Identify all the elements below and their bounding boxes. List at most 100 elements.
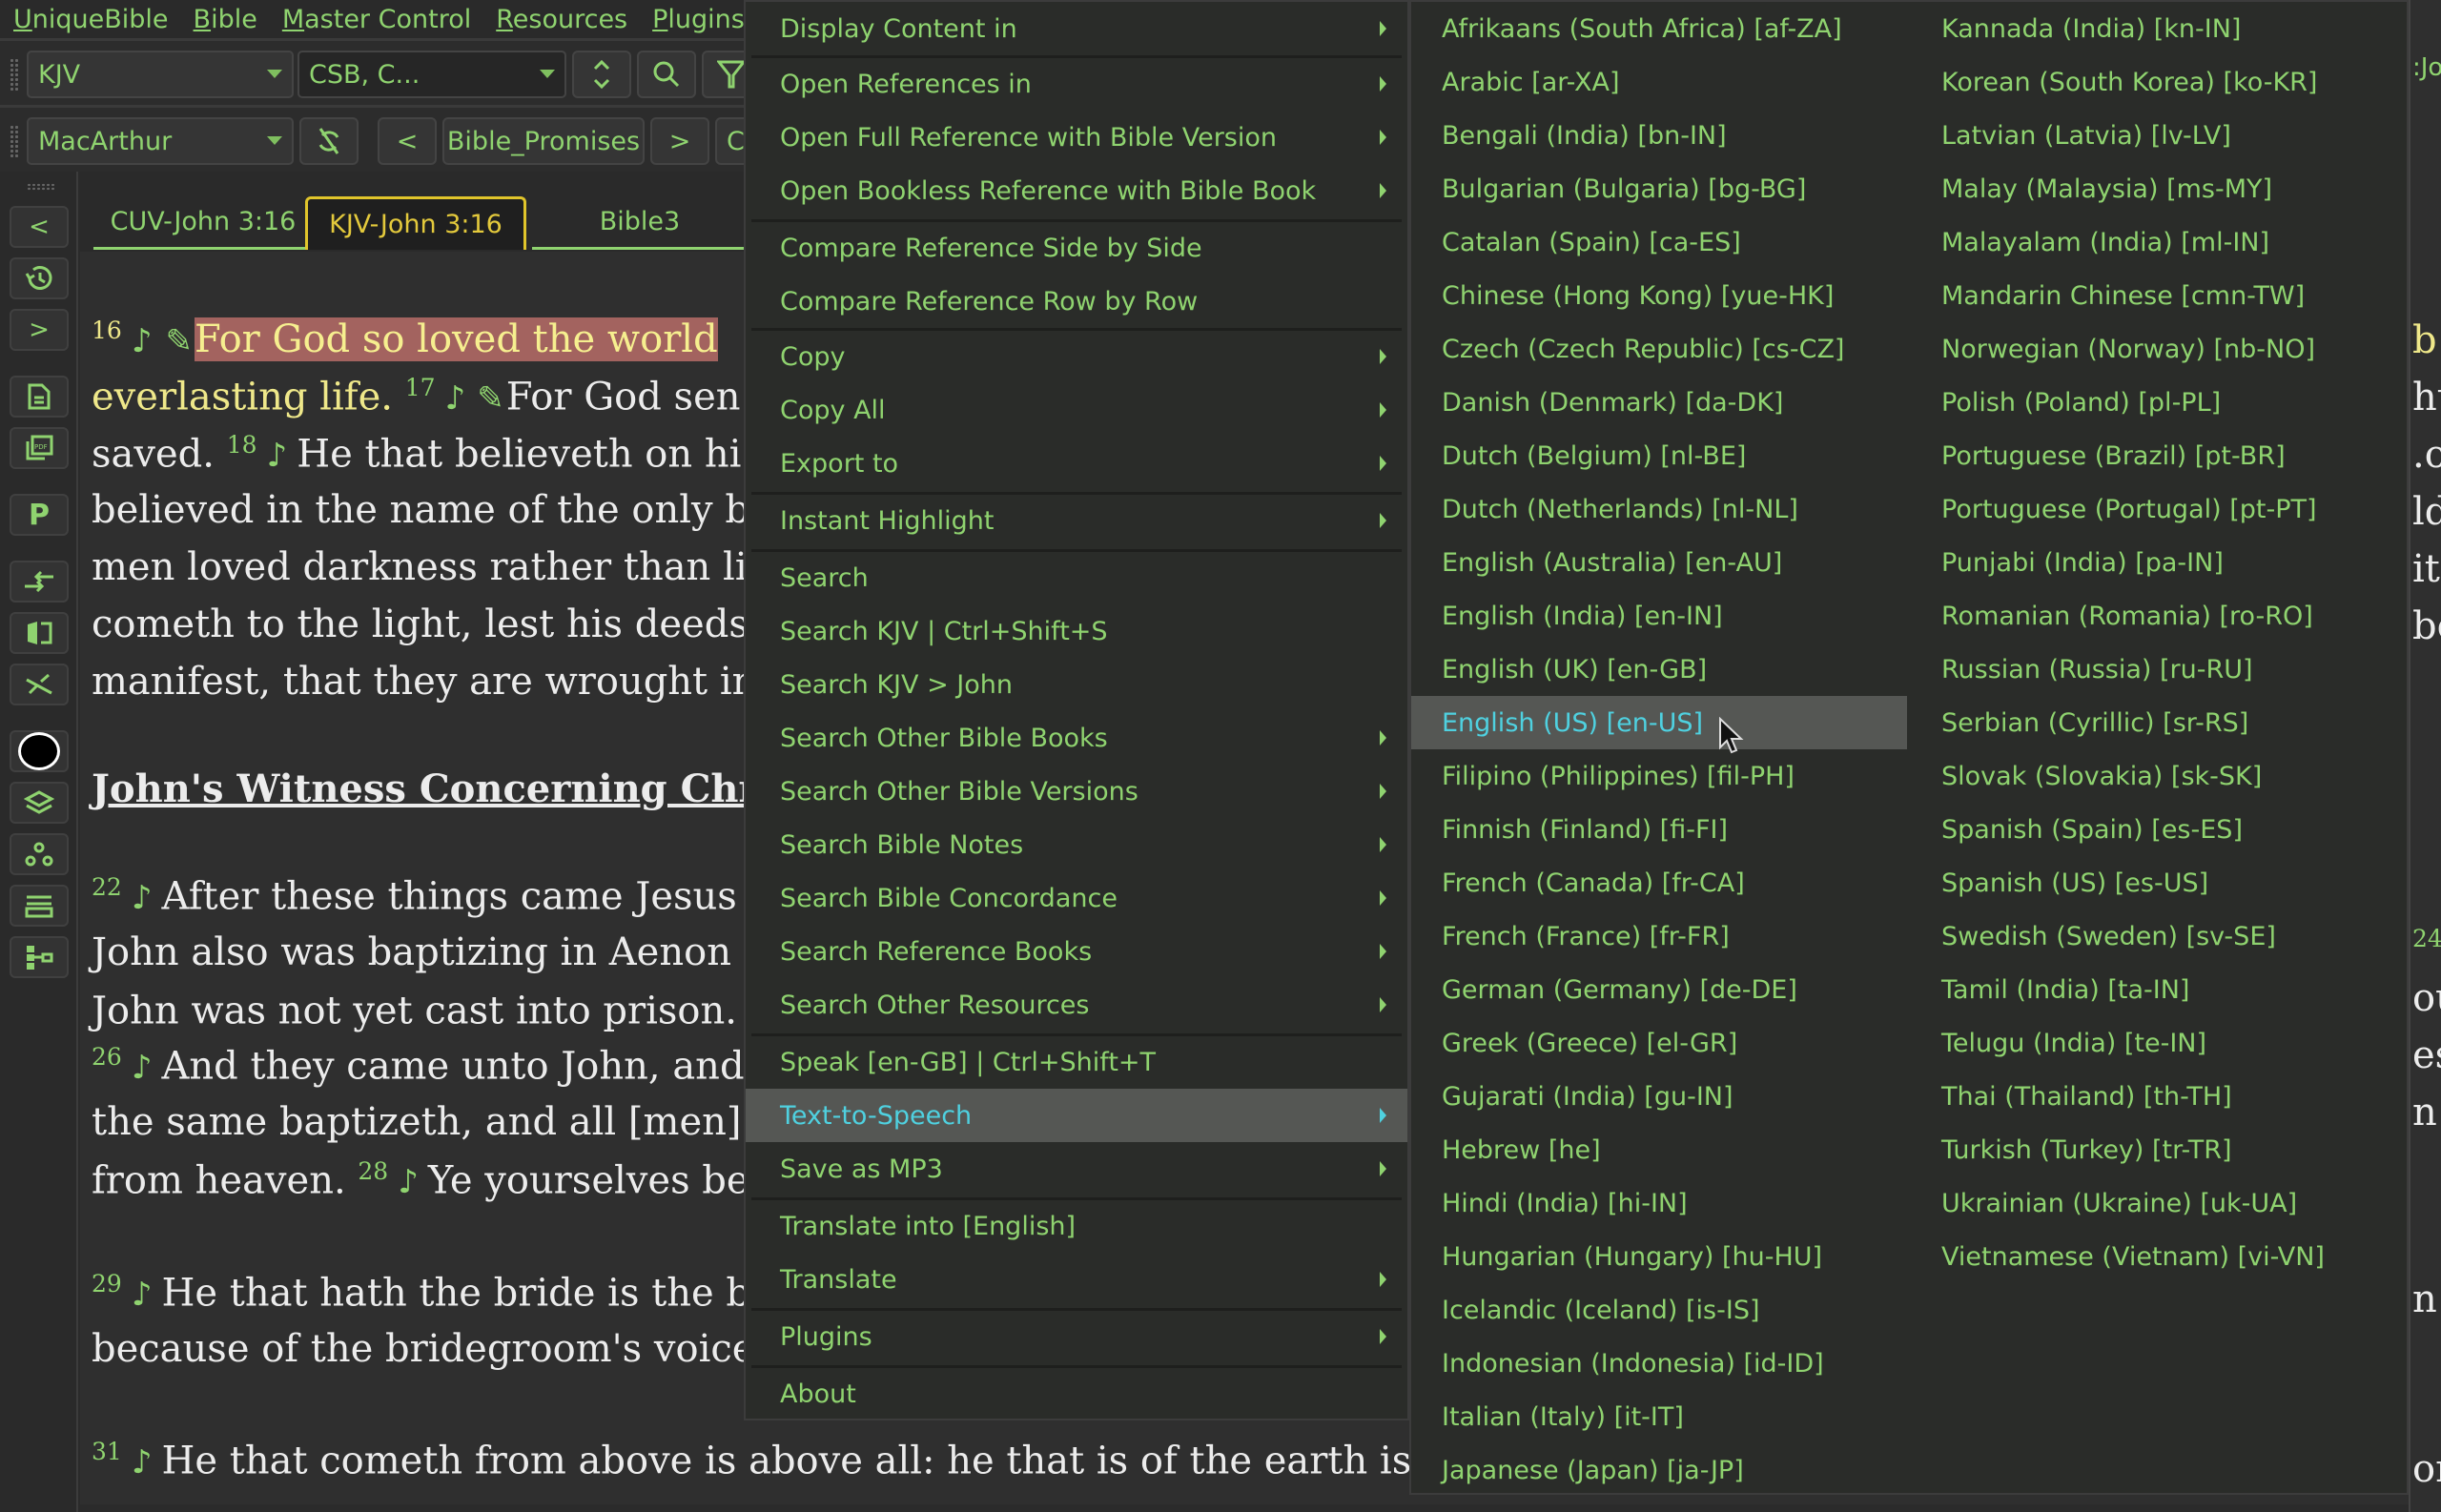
menu-item-save-as-mp3[interactable]: Save as MP3	[746, 1142, 1407, 1195]
language-item[interactable]: Latvian (Latvia) [lv-LV]	[1911, 109, 2407, 162]
parallel-button[interactable]: P	[10, 494, 69, 536]
music-note-icon[interactable]: ♪	[132, 322, 153, 360]
language-item[interactable]: Romanian (Romania) [ro-RO]	[1911, 589, 2407, 643]
language-item[interactable]: Thai (Thailand) [th-TH]	[1911, 1070, 2407, 1123]
language-item[interactable]: Mandarin Chinese [cmn-TW]	[1911, 269, 2407, 322]
language-item[interactable]: English (Australia) [en-AU]	[1411, 536, 1907, 589]
language-item[interactable]: Turkish (Turkey) [tr-TR]	[1911, 1123, 2407, 1176]
language-item[interactable]: Polish (Poland) [pl-PL]	[1911, 376, 2407, 429]
menu-item-open-full-reference[interactable]: Open Full Reference with Bible Version	[746, 111, 1407, 164]
verse-number[interactable]: 16	[92, 317, 122, 344]
menu-bible[interactable]: Bible	[194, 5, 257, 34]
language-item[interactable]: Gujarati (India) [gu-IN]	[1411, 1070, 1907, 1123]
prev-book-button[interactable]: <	[378, 117, 437, 165]
language-item[interactable]: French (France) [fr-FR]	[1411, 909, 1907, 963]
search-button[interactable]	[637, 51, 696, 98]
verse-number[interactable]: 28	[358, 1157, 388, 1185]
language-item[interactable]: Malay (Malaysia) [ms-MY]	[1911, 162, 2407, 215]
language-item[interactable]: Chinese (Hong Kong) [yue-HK]	[1411, 269, 1907, 322]
language-item[interactable]: Greek (Greece) [el-GR]	[1411, 1016, 1907, 1070]
language-item[interactable]: English (US) [en-US]	[1411, 696, 1907, 749]
language-item[interactable]: Malayalam (India) [ml-IN]	[1911, 215, 2407, 269]
menu-item-search-kjv-john[interactable]: Search KJV > John	[746, 658, 1407, 711]
music-note-icon[interactable]: ♪	[445, 379, 466, 418]
menu-item-about[interactable]: About	[746, 1367, 1407, 1420]
menu-item-plugins[interactable]: Plugins	[746, 1310, 1407, 1363]
menu-item-copy-all[interactable]: Copy All	[746, 383, 1407, 437]
language-item[interactable]: Russian (Russia) [ru-RU]	[1911, 643, 2407, 696]
menu-item-display-content-in[interactable]: Display Content in	[746, 2, 1407, 55]
menu-item-search-other-resources[interactable]: Search Other Resources	[746, 978, 1407, 1032]
verse-number[interactable]: 26	[92, 1043, 122, 1071]
language-item[interactable]: Portuguese (Portugal) [pt-PT]	[1911, 482, 2407, 536]
menu-item-compare-row-by-row[interactable]: Compare Reference Row by Row	[746, 275, 1407, 328]
menu-resources[interactable]: Resources	[496, 5, 627, 34]
language-item[interactable]: Catalan (Spain) [ca-ES]	[1411, 215, 1907, 269]
language-item[interactable]: Indonesian (Indonesia) [id-ID]	[1411, 1337, 1907, 1390]
verse-number[interactable]: 18	[227, 431, 257, 459]
language-item[interactable]: Japanese (Japan) [ja-JP]	[1411, 1443, 1907, 1497]
toolbar-grip[interactable]	[10, 125, 19, 157]
language-item[interactable]: Portuguese (Brazil) [pt-BR]	[1911, 429, 2407, 482]
menu-item-text-to-speech[interactable]: Text-to-Speech	[746, 1089, 1407, 1142]
music-note-icon[interactable]: ♪	[132, 1443, 153, 1481]
language-item[interactable]: Tamil (India) [ta-IN]	[1911, 963, 2407, 1016]
language-item[interactable]: Czech (Czech Republic) [cs-CZ]	[1411, 322, 1907, 376]
language-item[interactable]: Icelandic (Iceland) [is-IS]	[1411, 1283, 1907, 1337]
tab-bible3[interactable]: Bible3	[532, 196, 748, 250]
language-item[interactable]: French (Canada) [fr-CA]	[1411, 856, 1907, 909]
forward-button[interactable]: >	[10, 309, 69, 351]
language-item[interactable]: Hindi (India) [hi-IN]	[1411, 1176, 1907, 1230]
language-item[interactable]: Korean (South Korea) [ko-KR]	[1911, 55, 2407, 109]
next-book-button[interactable]: >	[650, 117, 709, 165]
language-item[interactable]: Ukrainian (Ukraine) [uk-UA]	[1911, 1176, 2407, 1230]
language-item[interactable]: Bengali (India) [bn-IN]	[1411, 109, 1907, 162]
language-item[interactable]: Norwegian (Norway) [nb-NO]	[1911, 322, 2407, 376]
language-item[interactable]: Hungarian (Hungary) [hu-HU]	[1411, 1230, 1907, 1283]
sync-toggle-button[interactable]	[299, 117, 359, 165]
split-view-button[interactable]	[10, 612, 69, 654]
menu-uniquebible[interactable]: UniqueBible	[13, 5, 169, 34]
history-button[interactable]	[10, 257, 69, 299]
menu-item-search-kjv[interactable]: Search KJV | Ctrl+Shift+S	[746, 604, 1407, 658]
language-item[interactable]: Telugu (India) [te-IN]	[1911, 1016, 2407, 1070]
no-sync-button[interactable]	[10, 664, 69, 705]
pdf-button[interactable]: PDF	[10, 427, 69, 469]
language-item[interactable]: English (India) [en-IN]	[1411, 589, 1907, 643]
menu-plugins[interactable]: Plugins	[652, 5, 745, 34]
menu-item-instant-highlight[interactable]: Instant Highlight	[746, 494, 1407, 547]
menu-item-search[interactable]: Search	[746, 551, 1407, 604]
sort-button[interactable]	[572, 51, 631, 98]
language-item[interactable]: Arabic [ar-XA]	[1411, 55, 1907, 109]
menu-item-translate-into[interactable]: Translate into [English]	[746, 1199, 1407, 1253]
network-button[interactable]	[10, 833, 69, 875]
language-item[interactable]: Serbian (Cyrillic) [sr-RS]	[1911, 696, 2407, 749]
tab-kjv-john[interactable]: KJV-John 3:16	[305, 196, 526, 250]
pencil-icon[interactable]: ✎	[477, 379, 504, 418]
pencil-icon[interactable]: ✎	[166, 322, 194, 360]
verse-number[interactable]: 22	[92, 873, 122, 901]
verse-number[interactable]: 29	[92, 1270, 122, 1297]
document-button[interactable]	[10, 376, 69, 418]
menu-item-speak[interactable]: Speak [en-GB] | Ctrl+Shift+T	[746, 1035, 1407, 1089]
menu-item-open-bookless-reference[interactable]: Open Bookless Reference with Bible Book	[746, 164, 1407, 217]
language-item[interactable]: Swedish (Sweden) [sv-SE]	[1911, 909, 2407, 963]
language-item[interactable]: Italian (Italy) [it-IT]	[1411, 1390, 1907, 1443]
music-note-icon[interactable]: ♪	[132, 879, 153, 917]
language-item[interactable]: English (UK) [en-GB]	[1411, 643, 1907, 696]
music-note-icon[interactable]: ♪	[398, 1163, 419, 1201]
language-item[interactable]: Hebrew [he]	[1411, 1123, 1907, 1176]
language-item[interactable]: German (Germany) [de-DE]	[1411, 963, 1907, 1016]
language-item[interactable]: Slovak (Slovakia) [sk-SK]	[1911, 749, 2407, 803]
language-item[interactable]: Punjabi (India) [pa-IN]	[1911, 536, 2407, 589]
menu-item-copy[interactable]: Copy	[746, 330, 1407, 383]
language-item[interactable]: Kannada (India) [kn-IN]	[1911, 2, 2407, 55]
verse-number[interactable]: 17	[405, 374, 436, 401]
tree-button[interactable]	[10, 936, 69, 978]
menu-item-translate[interactable]: Translate	[746, 1253, 1407, 1306]
language-item[interactable]: Danish (Denmark) [da-DK]	[1411, 376, 1907, 429]
menu-item-open-references-in[interactable]: Open References in	[746, 57, 1407, 111]
menu-item-compare-side-by-side[interactable]: Compare Reference Side by Side	[746, 221, 1407, 275]
menu-item-search-bible-concordance[interactable]: Search Bible Concordance	[746, 871, 1407, 925]
language-item[interactable]: Finnish (Finland) [fi-FI]	[1411, 803, 1907, 856]
